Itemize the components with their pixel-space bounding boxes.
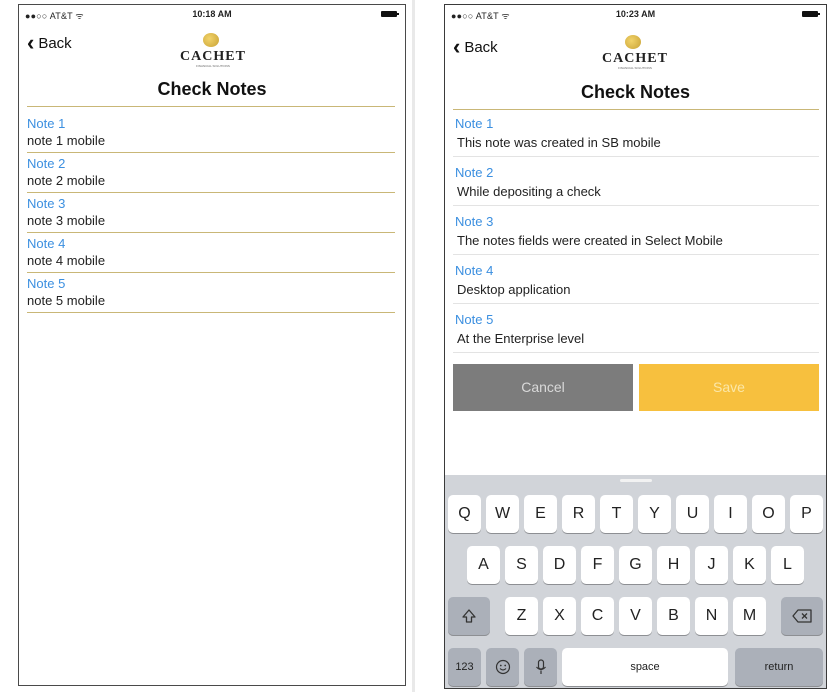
back-button[interactable]: ‹ Back — [453, 33, 498, 59]
chevron-left-icon: ‹ — [453, 33, 461, 59]
key-x[interactable]: X — [543, 597, 576, 635]
logo-ball-icon — [203, 33, 219, 47]
cachet-logo: CACHET FINANCIAL SOLUTIONS — [595, 35, 675, 75]
key-k[interactable]: K — [733, 546, 766, 584]
note-item[interactable]: Note 4 note 4 mobile — [27, 233, 395, 273]
note-value: note 5 mobile — [27, 293, 106, 308]
key-l[interactable]: L — [771, 546, 804, 584]
notes-list: Note 1 note 1 mobile Note 2 note 2 mobil… — [27, 113, 395, 313]
title-divider — [27, 106, 395, 107]
note-label: Note 5 — [455, 312, 494, 327]
keyboard-handle — [620, 479, 652, 482]
key-a[interactable]: A — [467, 546, 500, 584]
logo-subtitle: FINANCIAL SOLUTIONS — [618, 66, 652, 70]
logo-ball-icon — [625, 35, 641, 49]
note-value: note 4 mobile — [27, 253, 106, 268]
left-phone-screen: ●●○○ AT&T ᯤ 10:18 AM ‹ Back CACHET FINAN… — [18, 4, 406, 686]
note-label: Note 2 — [27, 156, 66, 171]
logo-subtitle: FINANCIAL SOLUTIONS — [196, 64, 230, 68]
key-p[interactable]: P — [790, 495, 823, 533]
note-field-group: Note 2 While depositing a check — [453, 164, 819, 213]
key-d[interactable]: D — [543, 546, 576, 584]
emoji-icon[interactable] — [486, 648, 519, 686]
note-input[interactable]: Desktop application — [453, 279, 819, 304]
note-value: note 2 mobile — [27, 173, 106, 188]
page-title: Check Notes — [580, 82, 691, 102]
logo-word: CACHET — [602, 51, 668, 66]
note-input[interactable]: At the Enterprise level — [453, 328, 819, 353]
back-label: Back — [38, 35, 72, 52]
logo-word: CACHET — [180, 49, 246, 64]
key-n[interactable]: N — [695, 597, 728, 635]
return-key[interactable]: return — [735, 648, 823, 686]
note-input[interactable]: The notes fields were created in Select … — [453, 230, 819, 255]
key-h[interactable]: H — [657, 546, 690, 584]
back-button[interactable]: ‹ Back — [27, 29, 72, 55]
note-field-group: Note 5 At the Enterprise level — [453, 311, 819, 360]
note-field-group: Note 3 The notes fields were created in … — [453, 213, 819, 262]
key-t[interactable]: T — [600, 495, 633, 533]
backspace-icon[interactable] — [781, 597, 823, 635]
notes-form: Note 1 This note was created in SB mobil… — [453, 115, 819, 360]
key-o[interactable]: O — [752, 495, 785, 533]
note-input[interactable]: This note was created in SB mobile — [453, 132, 819, 157]
status-time: 10:18 AM — [192, 9, 232, 19]
key-v[interactable]: V — [619, 597, 652, 635]
space-key[interactable]: space — [562, 648, 728, 686]
key-y[interactable]: Y — [638, 495, 671, 533]
shift-icon[interactable] — [448, 597, 490, 635]
key-s[interactable]: S — [505, 546, 538, 584]
note-label: Note 2 — [455, 165, 494, 180]
status-bar: ●●○○ AT&T ᯤ 10:23 AM — [445, 5, 826, 23]
key-u[interactable]: U — [676, 495, 709, 533]
cancel-button[interactable]: Cancel — [453, 364, 633, 411]
battery-icon — [381, 11, 399, 17]
on-screen-keyboard: Q W E R T Y U I O P A S D F G H J K L Z … — [445, 475, 826, 688]
key-c[interactable]: C — [581, 597, 614, 635]
status-bar: ●●○○ AT&T ᯤ 10:18 AM — [19, 5, 405, 23]
note-field-group: Note 4 Desktop application — [453, 262, 819, 311]
key-w[interactable]: W — [486, 495, 519, 533]
key-q[interactable]: Q — [448, 495, 481, 533]
key-m[interactable]: M — [733, 597, 766, 635]
page-title: Check Notes — [157, 79, 267, 99]
microphone-icon[interactable] — [524, 648, 557, 686]
right-phone-screen: ●●○○ AT&T ᯤ 10:23 AM ‹ Back CACHET FINAN… — [444, 4, 827, 689]
note-value: note 3 mobile — [27, 213, 106, 228]
note-field-group: Note 1 This note was created in SB mobil… — [453, 115, 819, 164]
note-label: Note 1 — [27, 116, 66, 131]
save-button[interactable]: Save — [639, 364, 819, 411]
key-b[interactable]: B — [657, 597, 690, 635]
note-label: Note 4 — [27, 236, 66, 251]
note-label: Note 1 — [455, 116, 494, 131]
note-item[interactable]: Note 1 note 1 mobile — [27, 113, 395, 153]
note-label: Note 3 — [27, 196, 66, 211]
note-item[interactable]: Note 5 note 5 mobile — [27, 273, 395, 313]
key-e[interactable]: E — [524, 495, 557, 533]
status-time: 10:23 AM — [615, 9, 656, 19]
note-item[interactable]: Note 2 note 2 mobile — [27, 153, 395, 193]
note-label: Note 3 — [455, 214, 494, 229]
note-label: Note 5 — [27, 276, 66, 291]
key-g[interactable]: G — [619, 546, 652, 584]
note-value: note 1 mobile — [27, 133, 106, 148]
key-i[interactable]: I — [714, 495, 747, 533]
key-j[interactable]: J — [695, 546, 728, 584]
back-label: Back — [464, 39, 498, 56]
note-label: Note 4 — [455, 263, 494, 278]
note-item[interactable]: Note 3 note 3 mobile — [27, 193, 395, 233]
key-z[interactable]: Z — [505, 597, 538, 635]
key-r[interactable]: R — [562, 495, 595, 533]
note-input[interactable]: While depositing a check — [453, 181, 819, 206]
numbers-key[interactable]: 123 — [448, 648, 481, 686]
cachet-logo: CACHET FINANCIAL SOLUTIONS — [173, 33, 253, 73]
screenshot-separator — [412, 0, 415, 692]
battery-icon — [802, 11, 820, 17]
chevron-left-icon: ‹ — [27, 29, 35, 55]
title-divider — [453, 109, 819, 110]
key-f[interactable]: F — [581, 546, 614, 584]
